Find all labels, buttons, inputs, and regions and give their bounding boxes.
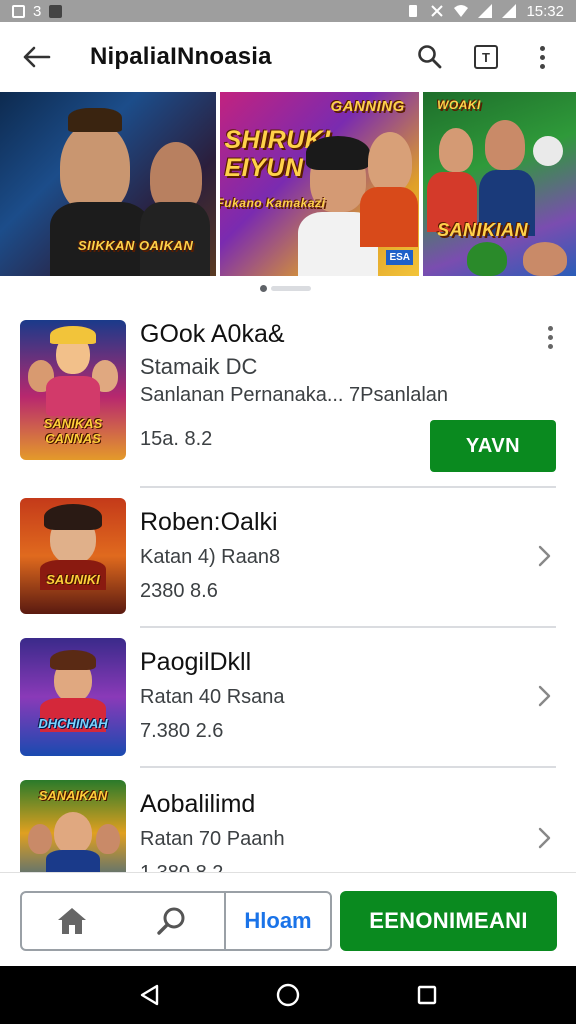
app-developer: Stamaik DC — [140, 354, 258, 379]
banner-headline: SANIKIAN — [437, 220, 529, 240]
list-item[interactable]: DHCHINAH PaogilDkll Ratan 40 Rsana 7.380… — [0, 638, 576, 756]
signal-icon — [478, 4, 493, 18]
nav-home-button[interactable] — [268, 975, 308, 1015]
banner-carousel[interactable]: SIIKKAN OAIKAN GANNING SHIRUKI EIYUN Fuk… — [0, 92, 576, 276]
search-icon — [418, 45, 442, 69]
app-title: Roben:Oalki — [140, 508, 278, 536]
app-description: Sanlanan Pernanaka... 7Psanlalan — [140, 384, 449, 406]
thumbnail-title: SANIKAS CANNAS — [43, 416, 103, 446]
app-thumbnail: SAUNIKI — [20, 498, 126, 614]
overflow-menu-button[interactable] — [524, 39, 560, 75]
home-icon[interactable] — [56, 906, 88, 936]
app-bar: NipaliaINnoasia T — [0, 22, 576, 92]
banner-card[interactable]: WOAKI SANIKIAN — [423, 92, 576, 276]
more-vert-icon — [539, 45, 545, 69]
vibrate-icon — [409, 5, 418, 17]
page-track — [271, 286, 311, 291]
nav-back-button[interactable] — [129, 975, 169, 1015]
battery-icon — [502, 4, 517, 18]
search-button[interactable] — [412, 39, 448, 75]
chevron-right-icon[interactable] — [532, 684, 556, 708]
nav-recents-button[interactable] — [407, 975, 447, 1015]
app-title: PaogilDkll — [140, 648, 252, 676]
app-developer: Ratan 70 Paanh — [140, 828, 285, 850]
app-title: Aobalilimd — [140, 790, 256, 818]
tab-box-icon: T — [474, 45, 498, 69]
app-developer: Ratan 40 Rsana — [140, 686, 285, 708]
primary-button[interactable]: EENONIMEANI — [340, 891, 557, 951]
sim-icon — [49, 4, 63, 18]
circle-home-icon — [276, 983, 300, 1007]
wifi-icon — [454, 5, 469, 17]
bottom-button-group: Hloam — [20, 891, 332, 951]
status-bar: 3 15:32 — [0, 0, 576, 22]
chevron-right-icon[interactable] — [532, 826, 556, 850]
bottom-action-bar: Hloam EENONIMEANI — [0, 872, 576, 966]
app-thumbnail: SANIKAS CANNAS — [20, 320, 126, 460]
banner-logo: WOAKI — [437, 98, 481, 112]
app-stats: 15a. 8.2 — [140, 428, 213, 450]
tab-view-button[interactable]: T — [468, 39, 504, 75]
divider — [140, 766, 556, 768]
list-item[interactable]: SANAIKAN Aobalilimd Ratan 70 Paanh 1.380… — [0, 780, 576, 872]
secondary-button[interactable]: Hloam — [226, 893, 330, 949]
notification-count: 3 — [33, 2, 42, 20]
banner-card[interactable]: SIIKKAN OAIKAN — [0, 92, 217, 276]
app-title: GOok A0ka& — [140, 320, 285, 348]
status-time: 15:32 — [526, 2, 564, 20]
triangle-back-icon — [141, 984, 159, 1006]
active-page-dot — [260, 285, 267, 292]
thumbnail-title: SANAIKAN — [38, 788, 108, 803]
banner-card[interactable]: GANNING SHIRUKI EIYUN Fukano Kamakazi ES… — [220, 92, 420, 276]
list-item[interactable]: SANIKAS CANNAS GOok A0ka& Stamaik DC San… — [0, 320, 576, 490]
install-button[interactable]: YAVN — [430, 420, 556, 472]
arrow-left-icon — [23, 46, 51, 68]
banner-badge: ESA — [386, 250, 414, 265]
app-thumbnail: SANAIKAN — [20, 780, 126, 872]
divider — [140, 486, 556, 488]
chevron-right-icon[interactable] — [532, 544, 556, 568]
notification-icon — [12, 4, 25, 18]
app-thumbnail: DHCHINAH — [20, 638, 126, 756]
banner-logo: GANNING — [330, 98, 405, 115]
square-recents-icon — [417, 985, 436, 1005]
thumbnail-title: DHCHINAH — [38, 716, 108, 731]
app-stats: 7.380 2.6 — [140, 720, 224, 742]
banner-caption: SIIKKAN OAIKAN — [78, 238, 194, 253]
list-item[interactable]: SAUNIKI Roben:Oalki Katan 4) Raan8 2380 … — [0, 498, 576, 616]
system-nav-bar — [0, 966, 576, 1024]
banner-caption: Fukano Kamakazi — [220, 196, 326, 210]
app-stats: 1.380 8.2 — [140, 862, 223, 872]
mute-icon — [431, 5, 444, 17]
item-menu-button[interactable] — [540, 322, 560, 352]
thumbnail-title: SAUNIKI — [46, 572, 100, 587]
carousel-indicator — [260, 285, 311, 292]
app-stats: 2380 8.6 — [140, 580, 218, 602]
back-button[interactable] — [16, 37, 56, 77]
app-developer: Katan 4) Raan8 — [140, 546, 281, 568]
divider — [140, 626, 556, 628]
search-icon[interactable] — [156, 905, 188, 937]
page-title: NipaliaINnoasia — [90, 43, 272, 70]
